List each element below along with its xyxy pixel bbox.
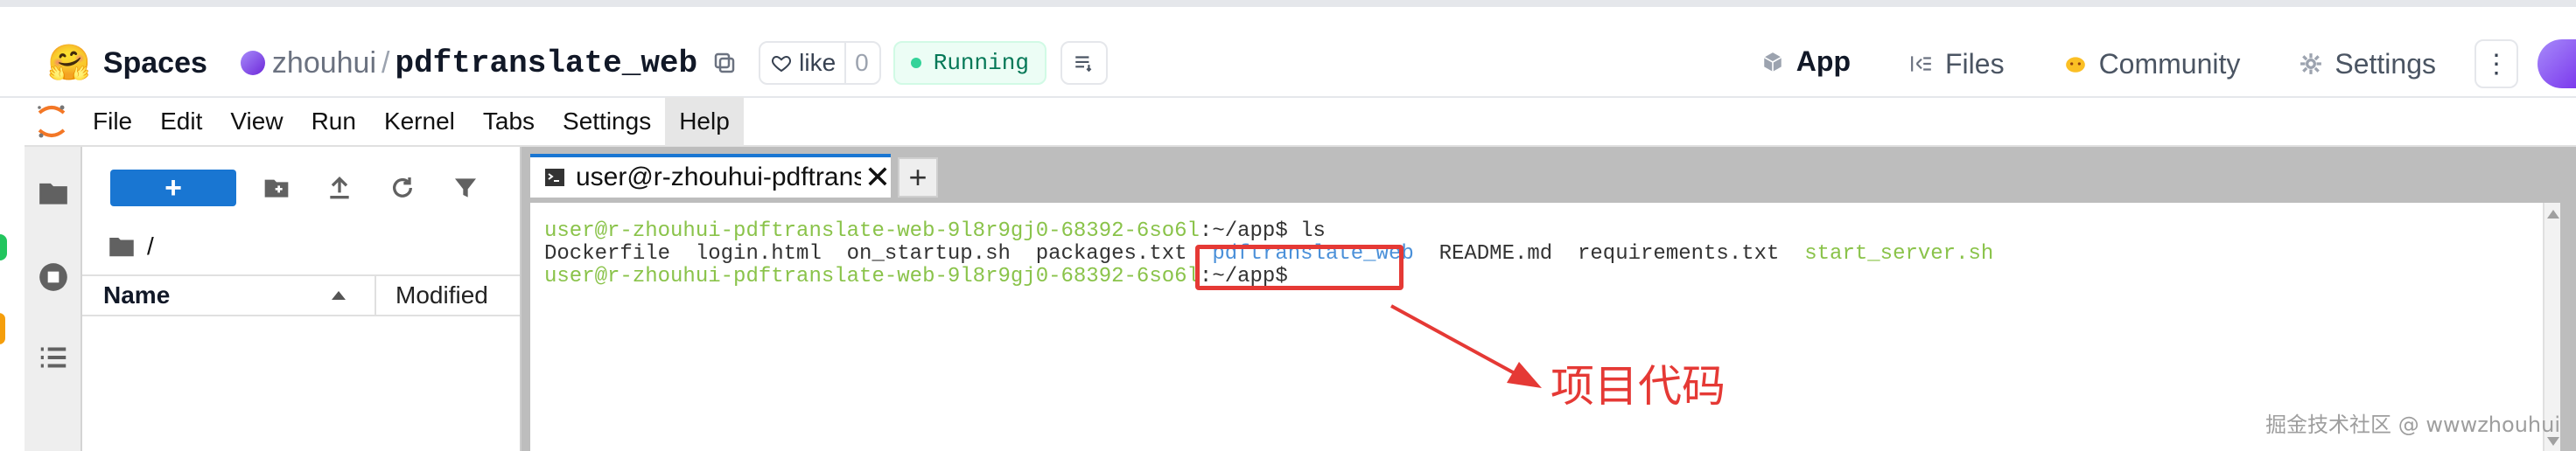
status-dot-icon bbox=[910, 58, 921, 68]
logs-icon bbox=[1075, 56, 1092, 73]
add-tab-button[interactable]: + bbox=[898, 157, 938, 198]
terminal-tab-title: user@r-zhouhui-pdftranslate-web-9l8r9gj0… bbox=[575, 163, 861, 191]
table-of-contents-icon[interactable] bbox=[37, 341, 70, 374]
ls-files: Dockerfile login.html on_startup.sh pack… bbox=[544, 242, 1213, 266]
hf-header: 🤗 Spaces zhouhui / pdftranslate_web like… bbox=[0, 0, 2576, 103]
hf-header-left: 🤗 Spaces zhouhui / pdftranslate_web like… bbox=[47, 38, 1108, 87]
copy-icon[interactable] bbox=[711, 50, 738, 76]
menu-kernel[interactable]: Kernel bbox=[370, 97, 469, 146]
breadcrumb-root[interactable]: / bbox=[147, 232, 154, 260]
prompt-user-host-2: user@r-zhouhui-pdftranslate-web-9l8r9gj0… bbox=[544, 265, 1200, 288]
space-name-link[interactable]: pdftranslate_web bbox=[395, 45, 697, 81]
tab-community-label: Community bbox=[2098, 47, 2241, 80]
tab-files[interactable]: Files bbox=[1880, 24, 2034, 103]
scroll-down-icon[interactable] bbox=[2547, 437, 2559, 446]
terminal-icon bbox=[544, 169, 564, 186]
prompt-user-host: user@r-zhouhui-pdftranslate-web-9l8r9gj0… bbox=[544, 219, 1200, 243]
menu-settings[interactable]: Settings bbox=[549, 97, 665, 146]
hf-tabs: App Files Community Settings ⋮ bbox=[1731, 24, 2576, 103]
terminal-tab[interactable]: user@r-zhouhui-pdftranslate-web-9l8r9gj0… bbox=[530, 154, 891, 198]
sort-ascending-icon bbox=[332, 291, 346, 300]
menu-help[interactable]: Help bbox=[665, 97, 744, 146]
folder-icon[interactable] bbox=[108, 235, 135, 258]
heart-icon bbox=[772, 55, 792, 73]
jupyter-activity-bar bbox=[24, 147, 82, 451]
more-options-button[interactable]: ⋮ bbox=[2474, 39, 2518, 88]
refresh-icon[interactable] bbox=[388, 174, 416, 202]
user-avatar-icon bbox=[240, 51, 265, 75]
cube-icon bbox=[1763, 52, 1782, 72]
owner-link[interactable]: zhouhui bbox=[272, 46, 376, 80]
page-left-strip bbox=[0, 147, 24, 451]
gear-icon bbox=[2300, 53, 2322, 74]
column-modified-header[interactable]: Modified bbox=[376, 281, 488, 309]
jupyter-menubar: File Edit View Run Kernel Tabs Settings … bbox=[24, 97, 2576, 147]
menu-tabs[interactable]: Tabs bbox=[469, 97, 549, 146]
column-name-label: Name bbox=[103, 281, 171, 309]
logs-button[interactable] bbox=[1060, 41, 1108, 85]
tab-community[interactable]: Community bbox=[2034, 24, 2271, 103]
spaces-link[interactable]: Spaces bbox=[103, 46, 207, 80]
status-green-marker bbox=[0, 234, 7, 260]
files-icon bbox=[1911, 56, 1931, 72]
folder-icon[interactable] bbox=[37, 177, 70, 210]
tab-app-label: App bbox=[1796, 45, 1851, 77]
path-separator: / bbox=[382, 45, 390, 80]
community-icon bbox=[2065, 57, 2085, 73]
menu-edit[interactable]: Edit bbox=[146, 97, 216, 146]
file-browser: + / Name Modified bbox=[82, 147, 522, 451]
hugging-face-logo-icon[interactable]: 🤗 bbox=[47, 45, 91, 80]
column-name-header[interactable]: Name bbox=[82, 276, 376, 315]
new-folder-icon[interactable] bbox=[262, 174, 290, 202]
upload-icon[interactable] bbox=[326, 174, 354, 202]
file-list-header: Name Modified bbox=[82, 274, 520, 316]
scroll-up-icon[interactable] bbox=[2547, 210, 2559, 219]
screen: 🤗 Spaces zhouhui / pdftranslate_web like… bbox=[0, 0, 2576, 451]
close-icon[interactable]: ✕ bbox=[864, 159, 891, 196]
tab-app[interactable]: App bbox=[1731, 24, 1880, 103]
main-dock-area: user@r-zhouhui-pdftranslate-web-9l8r9gj0… bbox=[522, 147, 2576, 451]
status-text: Running bbox=[933, 50, 1029, 76]
dock-tabbar: user@r-zhouhui-pdftranslate-web-9l8r9gj0… bbox=[530, 154, 938, 198]
menu-file[interactable]: File bbox=[79, 97, 146, 146]
file-browser-toolbar: + bbox=[82, 168, 520, 208]
menu-run[interactable]: Run bbox=[298, 97, 370, 146]
like-button[interactable]: like 0 bbox=[759, 41, 881, 85]
new-launcher-button[interactable]: + bbox=[110, 170, 236, 206]
like-label: like bbox=[799, 49, 836, 76]
tab-settings-label: Settings bbox=[2334, 47, 2436, 80]
watermark: 掘金技术社区 @ wwwzhouhui bbox=[2265, 413, 2560, 437]
menu-view[interactable]: View bbox=[216, 97, 297, 146]
annotation-highlight-box bbox=[1195, 245, 1404, 290]
like-divider bbox=[844, 41, 847, 85]
status-yellow-marker bbox=[0, 313, 5, 344]
profile-avatar[interactable] bbox=[2538, 39, 2576, 88]
ls-files-2: README.md requirements.txt bbox=[1413, 242, 1805, 266]
filter-icon[interactable] bbox=[452, 174, 480, 202]
annotation-label: 项目代码 bbox=[1550, 361, 1726, 412]
ls-executable: start_server.sh bbox=[1804, 242, 1994, 266]
tab-settings[interactable]: Settings bbox=[2270, 24, 2466, 103]
jupyter-logo-icon bbox=[24, 97, 79, 146]
like-count: 0 bbox=[855, 49, 869, 76]
terminal-panel[interactable]: user@r-zhouhui-pdftranslate-web-9l8r9gj0… bbox=[530, 201, 2560, 451]
prompt-path: :~/app$ ls bbox=[1199, 219, 1326, 243]
breadcrumb: / bbox=[108, 231, 154, 262]
running-sessions-icon[interactable] bbox=[37, 260, 70, 294]
status-badge[interactable]: Running bbox=[892, 41, 1046, 85]
tab-files-label: Files bbox=[1945, 47, 2005, 80]
